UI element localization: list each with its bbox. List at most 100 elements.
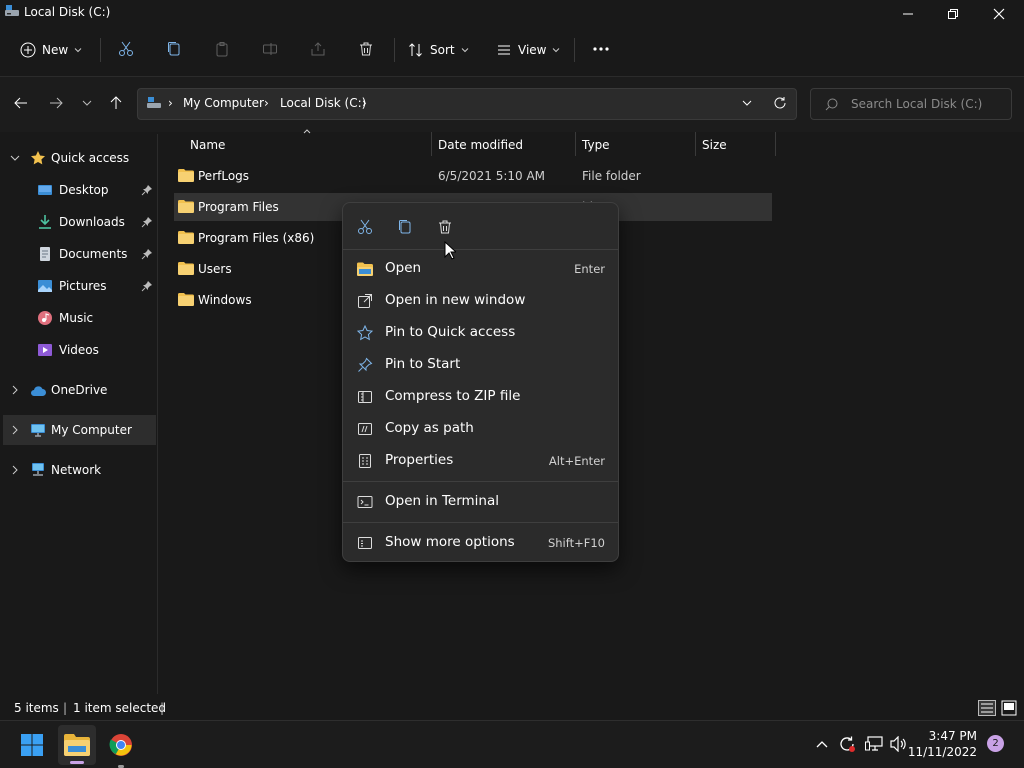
ctx-item-compress-zip[interactable]: Compress to ZIP file bbox=[347, 382, 615, 412]
address-dropdown-button[interactable] bbox=[737, 93, 757, 113]
details-view-icon[interactable] bbox=[978, 700, 996, 716]
refresh-button[interactable] bbox=[770, 93, 790, 113]
sidebar-label: Downloads bbox=[59, 215, 125, 229]
folder-icon bbox=[178, 231, 194, 244]
view-button[interactable]: View bbox=[496, 36, 560, 64]
more-icon[interactable] bbox=[591, 39, 611, 59]
cloud-icon bbox=[31, 386, 46, 396]
pin-icon bbox=[141, 217, 152, 228]
crumb-local-disk[interactable]: Local Disk (C:) bbox=[280, 96, 366, 110]
taskbar-chrome[interactable] bbox=[105, 729, 137, 768]
restore-button[interactable] bbox=[930, 0, 976, 28]
ctx-label: Properties bbox=[385, 452, 454, 468]
ctx-item-open-new-window[interactable]: Open in new window bbox=[347, 286, 615, 316]
column-header-date[interactable]: Date modified bbox=[438, 138, 523, 162]
rename-icon[interactable] bbox=[260, 39, 280, 59]
copy-path-icon bbox=[358, 423, 372, 435]
ctx-item-open[interactable]: Open Enter bbox=[347, 254, 615, 284]
pin-icon bbox=[141, 185, 152, 196]
notification-badge[interactable]: 2 bbox=[987, 735, 1004, 752]
share-icon[interactable] bbox=[308, 39, 328, 59]
sort-label: Sort bbox=[430, 43, 455, 57]
copy-icon[interactable] bbox=[164, 39, 184, 59]
item-count: 5 items bbox=[14, 701, 59, 715]
sidebar-item-network[interactable]: Network bbox=[0, 455, 156, 485]
taskbar-file-explorer[interactable] bbox=[58, 725, 96, 765]
column-header-type[interactable]: Type bbox=[582, 138, 610, 162]
tiles-view-icon[interactable] bbox=[1001, 700, 1017, 716]
sidebar-item-downloads[interactable]: Downloads bbox=[0, 207, 156, 237]
file-name: Program Files bbox=[198, 200, 279, 214]
pictures-icon bbox=[38, 280, 52, 292]
navigation-pane: Quick access Desktop Downloads Documents… bbox=[0, 134, 158, 694]
forward-button[interactable] bbox=[46, 93, 66, 113]
music-icon bbox=[38, 311, 52, 325]
ctx-label: Copy as path bbox=[385, 420, 474, 436]
ctx-delete-icon[interactable] bbox=[433, 215, 457, 239]
ctx-item-copy-as-path[interactable]: Copy as path bbox=[347, 414, 615, 444]
chevron-up-icon[interactable] bbox=[816, 739, 828, 749]
ctx-item-open-terminal[interactable]: Open in Terminal bbox=[347, 487, 615, 517]
file-name: Windows bbox=[198, 293, 252, 307]
sidebar-label: Network bbox=[51, 463, 102, 477]
chevron-down-icon bbox=[553, 48, 560, 53]
ctx-label: Pin to Start bbox=[385, 356, 461, 372]
sidebar-item-onedrive[interactable]: OneDrive bbox=[0, 375, 156, 405]
system-clock[interactable]: 3:47 PM 11/11/2022 bbox=[908, 728, 977, 760]
chevron-down-icon bbox=[10, 155, 20, 161]
delete-icon[interactable] bbox=[356, 39, 376, 59]
network-status-icon[interactable] bbox=[865, 736, 883, 752]
status-divider: | bbox=[160, 701, 165, 715]
plus-icon bbox=[20, 42, 36, 58]
ctx-copy-icon[interactable] bbox=[393, 215, 417, 239]
chevron-down-icon bbox=[74, 48, 82, 53]
chevron-right-icon bbox=[12, 425, 18, 435]
sidebar-item-desktop[interactable]: Desktop bbox=[0, 175, 156, 205]
sort-button[interactable]: Sort bbox=[408, 36, 469, 64]
sidebar-item-quick-access[interactable]: Quick access bbox=[0, 143, 156, 173]
column-header-size[interactable]: Size bbox=[702, 138, 727, 162]
view-label: View bbox=[518, 43, 547, 57]
sidebar-item-documents[interactable]: Documents bbox=[0, 239, 156, 269]
pin-icon bbox=[141, 249, 152, 260]
search-input[interactable]: Search Local Disk (C:) bbox=[810, 88, 1012, 120]
computer-icon bbox=[31, 424, 45, 437]
crumb-my-computer[interactable]: My Computer bbox=[183, 96, 264, 110]
sidebar-item-my-computer[interactable]: My Computer bbox=[3, 415, 156, 445]
chevron-right-icon bbox=[12, 385, 18, 395]
close-button[interactable] bbox=[976, 0, 1022, 28]
cut-icon[interactable] bbox=[116, 39, 136, 59]
sidebar-item-videos[interactable]: Videos bbox=[0, 335, 156, 365]
view-icon bbox=[498, 45, 510, 55]
paste-icon[interactable] bbox=[212, 39, 232, 59]
folder-icon bbox=[178, 200, 194, 213]
file-name: PerfLogs bbox=[198, 169, 250, 183]
file-row-perflogs[interactable]: PerfLogs 6/5/2021 5:10 AM File folder bbox=[174, 162, 772, 190]
context-menu: Open Enter Open in new window Pin to Qui… bbox=[342, 202, 619, 562]
volume-icon[interactable] bbox=[890, 736, 908, 752]
search-placeholder: Search Local Disk (C:) bbox=[851, 97, 983, 111]
ctx-item-show-more-options[interactable]: Show more options Shift+F10 bbox=[347, 528, 615, 558]
sidebar-label: Documents bbox=[59, 247, 128, 261]
back-button[interactable] bbox=[11, 93, 31, 113]
start-button[interactable] bbox=[16, 729, 48, 761]
column-header-name[interactable]: Name bbox=[190, 138, 225, 162]
file-date: 6/5/2021 5:10 AM bbox=[438, 169, 546, 183]
recent-locations-button[interactable] bbox=[77, 93, 97, 113]
ctx-item-pin-quick-access[interactable]: Pin to Quick access bbox=[347, 318, 615, 348]
file-name: Users bbox=[198, 262, 232, 276]
sidebar-item-music[interactable]: Music bbox=[0, 303, 156, 333]
sync-icon[interactable] bbox=[838, 735, 856, 753]
minimize-button[interactable] bbox=[885, 0, 931, 28]
up-button[interactable] bbox=[106, 93, 126, 113]
sort-icon bbox=[409, 43, 422, 57]
sidebar-item-pictures[interactable]: Pictures bbox=[0, 271, 156, 301]
new-button[interactable]: New bbox=[20, 36, 82, 64]
sidebar-label: Desktop bbox=[59, 183, 109, 197]
ctx-item-pin-start[interactable]: Pin to Start bbox=[347, 350, 615, 380]
new-label: New bbox=[42, 43, 69, 57]
ctx-cut-icon[interactable] bbox=[353, 215, 377, 239]
ctx-item-properties[interactable]: Properties Alt+Enter bbox=[347, 446, 615, 476]
clock-time: 3:47 PM bbox=[928, 729, 977, 743]
sidebar-label: Videos bbox=[59, 343, 99, 357]
